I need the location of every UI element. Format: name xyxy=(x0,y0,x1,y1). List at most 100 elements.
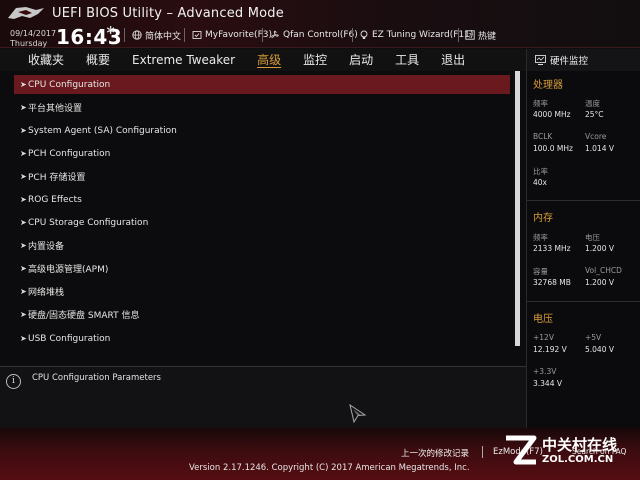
menu-item-label: 内置设备 xyxy=(28,242,65,252)
v5-label: +5V xyxy=(585,333,602,342)
cpu-temp-value: 25°C xyxy=(585,110,604,119)
watermark-cn: 中关村在线 xyxy=(542,436,618,454)
tab-exit[interactable]: 退出 xyxy=(430,49,476,71)
chevron-right-icon: ➤ xyxy=(20,310,27,319)
cpu-temp-label: 温度 xyxy=(585,99,600,108)
menu-item-apm[interactable]: ➤ 高级电源管理(APM) xyxy=(14,259,510,278)
cpu-freq-label: 频率 xyxy=(533,99,548,108)
v5-value: 5.040 V xyxy=(585,345,614,354)
main-tabs: 收藏夹 概要 Extreme Tweaker 高级 监控 启动 工具 退出 xyxy=(0,49,526,71)
menu-item-cpu-configuration[interactable]: ➤ CPU Configuration xyxy=(14,75,510,94)
menu-item-usb-configuration[interactable]: ➤ USB Configuration xyxy=(14,329,510,348)
mem-capacity-label: 容量 xyxy=(533,267,548,276)
copyright-text: Version 2.17.1246. Copyright (C) 2017 Am… xyxy=(189,463,470,473)
mem-freq-value: 2133 MHz xyxy=(533,244,571,253)
menu-item-label: 平台其他设置 xyxy=(28,104,83,114)
chevron-right-icon: ➤ xyxy=(20,241,27,250)
chevron-right-icon: ➤ xyxy=(20,149,27,158)
chevron-right-icon: ➤ xyxy=(20,264,27,273)
advanced-menu-panel: ➤ CPU Configuration ➤ 平台其他设置 ➤ System Ag… xyxy=(0,71,526,366)
menu-item-label: PCH Configuration xyxy=(28,148,111,159)
mem-capacity-value: 32768 MB xyxy=(533,278,571,287)
menu-item-label: USB Configuration xyxy=(28,333,111,344)
tab-monitor[interactable]: 监控 xyxy=(292,49,338,71)
menu-item-label: PCH 存储设置 xyxy=(28,173,86,183)
menu-item-pch-configuration[interactable]: ➤ PCH Configuration xyxy=(14,144,510,163)
info-icon: i xyxy=(6,374,21,389)
language-button[interactable]: 简体中文 xyxy=(131,28,181,42)
menu-item-platform-misc[interactable]: ➤ 平台其他设置 xyxy=(14,98,510,117)
voltage-section-title: 电压 xyxy=(533,314,553,325)
mem-freq-label: 频率 xyxy=(533,233,548,242)
mem-volt-label: 电压 xyxy=(585,233,600,242)
watermark-en: ZOL.COM.CN xyxy=(542,454,614,465)
tab-boot[interactable]: 启动 xyxy=(338,49,384,71)
hardware-monitor-title: 硬件监控 xyxy=(550,56,589,67)
menu-item-smart-info[interactable]: ➤ 硬盘/固态硬盘 SMART 信息 xyxy=(14,305,510,324)
chevron-right-icon: ➤ xyxy=(20,218,27,227)
svg-text:?: ? xyxy=(468,32,472,40)
cpu-section-title: 处理器 xyxy=(533,80,563,91)
tab-tool[interactable]: 工具 xyxy=(384,49,430,71)
menu-item-onboard-devices[interactable]: ➤ 内置设备 xyxy=(14,236,510,255)
section-divider xyxy=(527,301,640,302)
chevron-right-icon: ➤ xyxy=(20,126,27,135)
menu-item-label: System Agent (SA) Configuration xyxy=(28,125,177,136)
app-title: UEFI BIOS Utility – Advanced Mode xyxy=(52,6,284,21)
menu-item-rog-effects[interactable]: ➤ ROG Effects xyxy=(14,190,510,209)
v12-label: +12V xyxy=(533,333,554,342)
date-display: 09/14/2017 Thursday xyxy=(10,29,56,49)
tab-main[interactable]: 概要 xyxy=(75,49,121,71)
rog-logo-icon xyxy=(8,7,44,19)
cpu-freq-value: 4000 MHz xyxy=(533,110,571,119)
hardware-monitor-header: 硬件监控 xyxy=(527,49,640,71)
menu-item-network-stack[interactable]: ➤ 网络堆栈 xyxy=(14,282,510,301)
qfan-label: Qfan Control(F6) xyxy=(283,30,358,40)
bclk-label: BCLK xyxy=(533,132,553,141)
menu-item-label: CPU Configuration xyxy=(28,79,111,90)
v33-label: +3.3V xyxy=(533,367,557,376)
date-text: 09/14/2017 xyxy=(10,29,57,38)
favorite-icon xyxy=(191,30,202,41)
tab-advanced[interactable]: 高级 xyxy=(246,49,292,71)
help-icon: ? xyxy=(464,30,475,41)
tab-favorites[interactable]: 收藏夹 xyxy=(0,49,75,71)
chevron-right-icon: ➤ xyxy=(20,172,27,181)
ratio-label: 比率 xyxy=(533,167,548,176)
header-separator xyxy=(184,28,185,42)
gear-icon[interactable]: ✲ xyxy=(106,24,115,37)
v12-value: 12.192 V xyxy=(533,345,567,354)
header-bar: UEFI BIOS Utility – Advanced Mode 09/14/… xyxy=(0,0,640,49)
hardware-monitor-panel: 硬件监控 处理器 频率 温度 4000 MHz 25°C BCLK Vcore … xyxy=(526,49,640,428)
menu-item-cpu-storage[interactable]: ➤ CPU Storage Configuration xyxy=(14,213,510,232)
language-label: 简体中文 xyxy=(145,31,182,42)
mouse-cursor-icon xyxy=(349,404,367,424)
vcore-label: Vcore xyxy=(585,132,607,141)
hotkeys-button[interactable]: ? 热键 xyxy=(464,28,496,42)
menu-item-system-agent[interactable]: ➤ System Agent (SA) Configuration xyxy=(14,121,510,140)
footer-separator xyxy=(482,446,483,458)
weekday-text: Thursday xyxy=(10,39,48,48)
zol-watermark: 中关村在线 ZOL.COM.CN xyxy=(502,432,632,476)
section-divider xyxy=(527,200,640,201)
mem-vchcd-label: Vol_CHCD xyxy=(585,266,622,275)
bclk-value: 100.0 MHz xyxy=(533,144,573,153)
header-separator xyxy=(124,28,125,42)
chevron-right-icon: ➤ xyxy=(20,287,27,296)
menu-item-label: 网络堆栈 xyxy=(28,288,65,298)
last-modified-button[interactable]: 上一次的修改记录 xyxy=(401,447,469,459)
menu-item-label: CPU Storage Configuration xyxy=(28,217,149,228)
menu-scrollbar[interactable] xyxy=(515,71,520,346)
memory-section-title: 内存 xyxy=(533,213,553,224)
bulb-icon xyxy=(358,30,369,41)
header-separator xyxy=(352,28,353,42)
qfan-button[interactable]: Qfan Control(F6) xyxy=(269,28,358,42)
ratio-value: 40x xyxy=(533,178,547,187)
myfavorite-button[interactable]: MyFavorite(F3) xyxy=(191,28,272,42)
menu-item-label: ROG Effects xyxy=(28,194,82,205)
menu-item-pch-storage[interactable]: ➤ PCH 存储设置 xyxy=(14,167,510,186)
menu-item-label: 硬盘/固态硬盘 SMART 信息 xyxy=(28,311,140,321)
tab-extreme-tweaker[interactable]: Extreme Tweaker xyxy=(121,49,246,71)
ez-tuning-button[interactable]: EZ Tuning Wizard(F11) xyxy=(358,28,473,42)
menu-item-label: 高级电源管理(APM) xyxy=(28,265,109,275)
